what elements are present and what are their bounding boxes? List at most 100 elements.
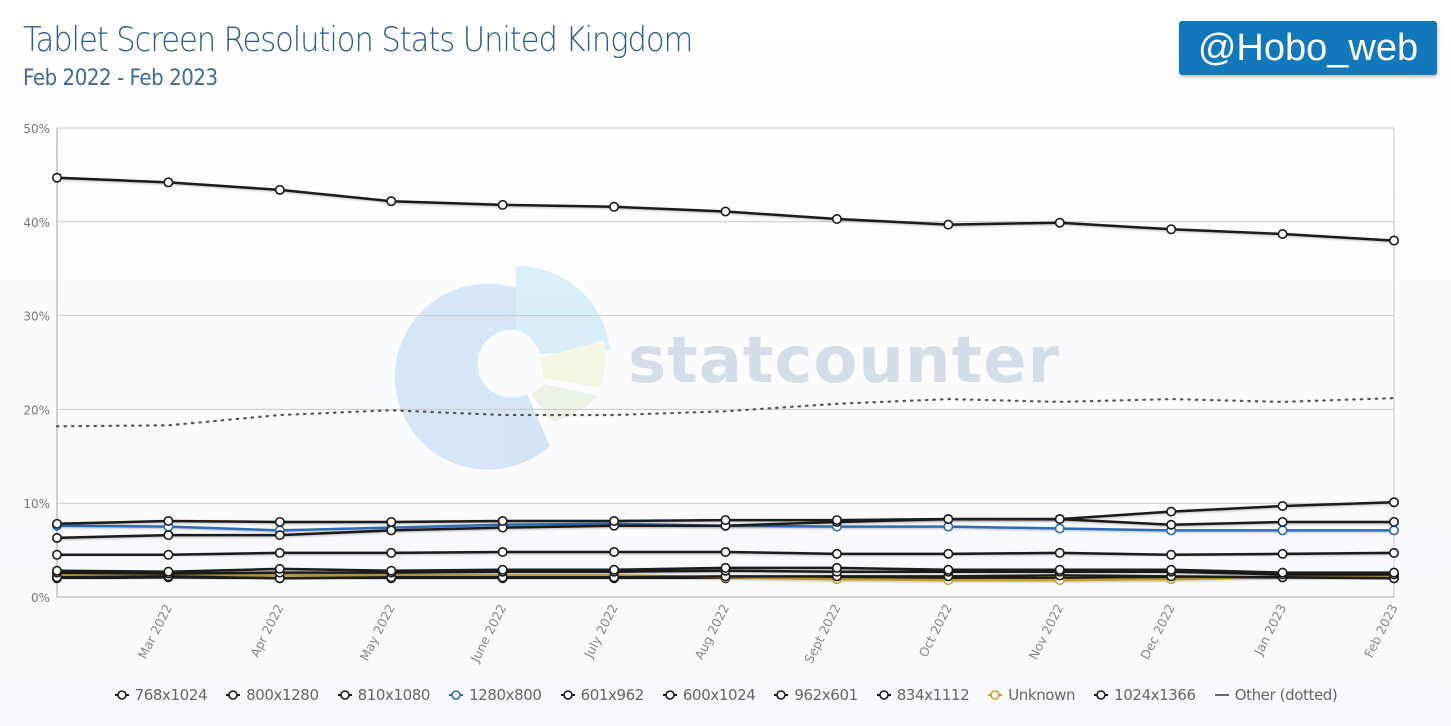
data-point[interactable] (1166, 549, 1177, 560)
data-point[interactable] (163, 516, 174, 527)
data-point[interactable] (943, 219, 954, 230)
data-point[interactable] (274, 563, 285, 574)
watermark-logo-lightblue (516, 265, 610, 354)
data-point[interactable] (720, 562, 731, 573)
data-point[interactable] (1166, 506, 1177, 517)
data-point[interactable] (720, 546, 731, 557)
data-point[interactable] (1277, 228, 1288, 239)
data-point[interactable] (163, 530, 174, 541)
x-tick-label: May 2022 (357, 602, 398, 664)
y-tick-label: 30% (23, 310, 50, 324)
legend-item[interactable]: 834x1112 (876, 686, 970, 704)
data-point[interactable] (274, 547, 285, 558)
data-point[interactable] (386, 196, 397, 207)
legend-item[interactable]: 810x1080 (337, 686, 430, 704)
data-point[interactable] (497, 564, 508, 575)
data-point[interactable] (163, 566, 174, 577)
legend-marker-icon (560, 690, 575, 700)
legend-item[interactable]: 962x601 (773, 686, 858, 704)
data-point[interactable] (1054, 523, 1065, 534)
legend-marker-icon (662, 690, 677, 700)
data-point[interactable] (1054, 547, 1065, 558)
x-tick-label: Sept 2022 (801, 602, 844, 666)
data-point[interactable] (386, 525, 397, 536)
x-tick-label: Mar 2022 (135, 602, 175, 662)
statcounter-watermark: statcounter (394, 265, 1059, 470)
data-point[interactable] (1277, 548, 1288, 559)
data-point[interactable] (1277, 525, 1288, 536)
data-point[interactable] (943, 564, 954, 575)
data-point[interactable] (1054, 217, 1065, 228)
data-point[interactable] (386, 565, 397, 576)
legend-item[interactable]: 1024x1366 (1093, 686, 1196, 704)
data-point[interactable] (163, 549, 174, 560)
data-point[interactable] (497, 199, 508, 210)
x-tick-label: Apr 2022 (247, 602, 286, 660)
data-point[interactable] (386, 547, 397, 558)
data-point[interactable] (609, 546, 620, 557)
x-axis: Mar 2022 Apr 2022 May 2022 June 2022 July 20… (135, 602, 1401, 666)
legend: 768x1024 800x1280 810x1080 1280x800 601x962 6… (0, 686, 1451, 704)
data-point[interactable] (274, 516, 285, 527)
data-point[interactable] (51, 518, 62, 529)
series-768x1024 (51, 172, 1400, 246)
legend-item[interactable]: 800x1280 (225, 686, 319, 704)
data-point[interactable] (1389, 497, 1400, 508)
legend-item[interactable]: Unknown (987, 686, 1075, 704)
data-point[interactable] (1389, 235, 1400, 246)
data-point[interactable] (51, 565, 62, 576)
data-point[interactable] (720, 515, 731, 526)
data-point[interactable] (1389, 516, 1400, 527)
data-point[interactable] (831, 515, 842, 526)
legend-item[interactable]: 768x1024 (114, 686, 208, 704)
legend-marker-icon (1094, 690, 1109, 700)
watermark-logo-green (531, 384, 598, 422)
legend-item[interactable]: 601x962 (560, 686, 644, 704)
data-point[interactable] (943, 514, 954, 525)
data-point[interactable] (1054, 564, 1065, 575)
legend-line-icon (1214, 694, 1229, 696)
y-tick-label: 20% (23, 403, 50, 417)
data-point[interactable] (274, 530, 285, 541)
data-point[interactable] (163, 177, 174, 188)
legend-marker-icon (337, 690, 352, 700)
data-point[interactable] (943, 548, 954, 559)
legend-label: 834x1112 (896, 686, 970, 704)
data-point[interactable] (831, 548, 842, 559)
line-chart: statcounter 0% 10% 20% 30% 40% 50% Mar 2022 Ap… (23, 122, 1401, 666)
data-point[interactable] (1389, 567, 1400, 578)
y-axis: 0% 10% 20% 30% 40% 50% (23, 122, 50, 605)
data-point[interactable] (1166, 564, 1177, 575)
data-point[interactable] (609, 201, 620, 212)
y-tick-label: 10% (23, 497, 50, 511)
data-point[interactable] (51, 532, 62, 543)
data-point[interactable] (1389, 547, 1400, 558)
x-tick-label: Jan 2023 (1250, 602, 1289, 659)
legend-label: Unknown (1008, 686, 1076, 704)
data-point[interactable] (1054, 514, 1065, 525)
data-point[interactable] (1166, 224, 1177, 235)
x-tick-label: Feb 2023 (1361, 602, 1401, 660)
data-point[interactable] (1277, 567, 1288, 578)
data-point[interactable] (831, 562, 842, 573)
data-point[interactable] (609, 516, 620, 527)
data-point[interactable] (1277, 501, 1288, 512)
legend-label: 962x601 (794, 686, 858, 704)
data-point[interactable] (274, 184, 285, 195)
data-point[interactable] (497, 516, 508, 527)
y-tick-label: 50% (23, 122, 50, 136)
data-point[interactable] (51, 172, 62, 183)
data-point[interactable] (1166, 519, 1177, 530)
data-point[interactable] (609, 564, 620, 575)
legend-item[interactable]: 600x1024 (662, 686, 756, 704)
data-point[interactable] (831, 213, 842, 224)
legend-item[interactable]: Other (dotted) (1214, 686, 1338, 704)
data-point[interactable] (1277, 516, 1288, 527)
legend-item[interactable]: 1280x800 (448, 686, 542, 704)
data-point[interactable] (386, 516, 397, 527)
data-point[interactable] (1389, 525, 1400, 536)
data-point[interactable] (497, 546, 508, 557)
legend-marker-icon (449, 690, 464, 700)
data-point[interactable] (720, 206, 731, 217)
data-point[interactable] (51, 549, 62, 560)
